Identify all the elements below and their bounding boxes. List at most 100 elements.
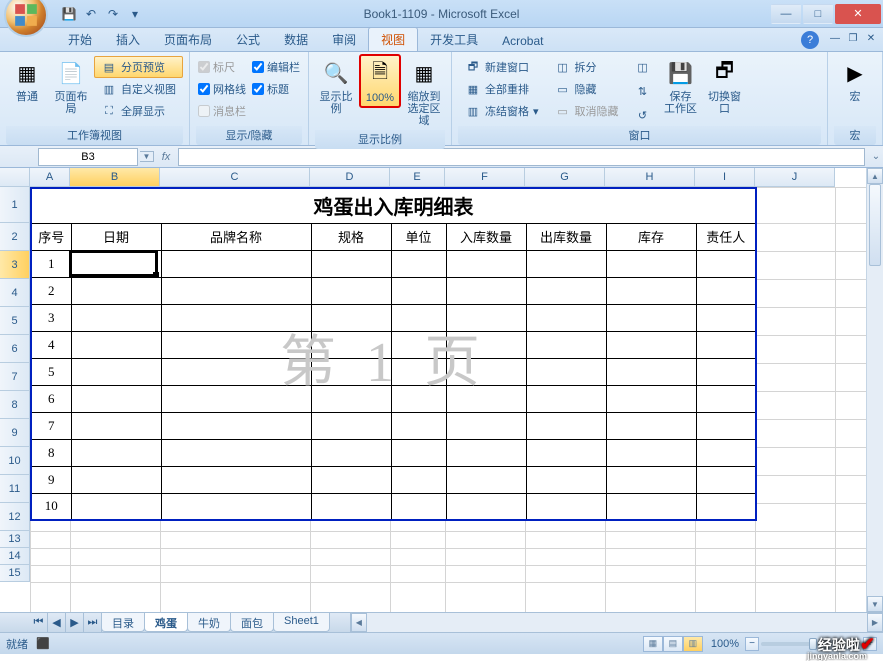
row-header-1[interactable]: 1 [0, 187, 30, 223]
mdi-minimize[interactable]: — [827, 31, 843, 45]
fx-button[interactable]: fx [154, 151, 178, 163]
row-header-5[interactable]: 5 [0, 307, 30, 335]
tab-data[interactable]: 数据 [272, 28, 320, 51]
column-header-D[interactable]: D [310, 168, 390, 187]
hide-button[interactable]: ▭隐藏 [548, 78, 626, 100]
arrange-all-button[interactable]: ▦全部重排 [458, 78, 546, 100]
qat-customize-icon[interactable]: ▾ [126, 5, 144, 23]
sheet-tab-面包[interactable]: 面包 [230, 613, 274, 632]
sheet-tab-鸡蛋[interactable]: 鸡蛋 [144, 613, 188, 632]
row-headers: 123456789101112131415 [0, 187, 30, 612]
scroll-left-button[interactable]: ◀ [351, 613, 367, 632]
normal-view-button[interactable]: ▦ 普通 [6, 54, 48, 106]
headings-checkbox[interactable]: 标题 [250, 78, 302, 100]
column-header-I[interactable]: I [695, 168, 755, 187]
view-side-1[interactable]: ◫ [628, 56, 658, 78]
row-header-7[interactable]: 7 [0, 363, 30, 391]
row-header-12[interactable]: 12 [0, 503, 30, 531]
mdi-restore[interactable]: ❐ [845, 31, 861, 45]
row-header-10[interactable]: 10 [0, 447, 30, 475]
close-button[interactable]: ✕ [835, 4, 881, 24]
name-box-dropdown[interactable]: ▼ [140, 151, 154, 162]
qat-save-icon[interactable]: 💾 [60, 5, 78, 23]
tab-formulas[interactable]: 公式 [224, 28, 272, 51]
macros-button[interactable]: ▶ 宏 [834, 54, 876, 106]
sheet-tab-Sheet1[interactable]: Sheet1 [273, 613, 330, 632]
mdi-close[interactable]: ✕ [863, 31, 879, 45]
gridlines-checkbox[interactable]: 网格线 [196, 78, 248, 100]
freeze-panes-button[interactable]: ▥冻结窗格 ▾ [458, 100, 546, 122]
tab-insert[interactable]: 插入 [104, 28, 152, 51]
help-button[interactable]: ? [801, 31, 819, 49]
qat-redo-icon[interactable]: ↷ [104, 5, 122, 23]
column-header-B[interactable]: B [70, 168, 160, 187]
vertical-scrollbar[interactable]: ▲ ▼ [866, 168, 883, 612]
zoom-selection-button[interactable]: ▦ 缩放到选定区域 [403, 54, 445, 130]
column-header-A[interactable]: A [30, 168, 70, 187]
qat-undo-icon[interactable]: ↶ [82, 5, 100, 23]
column-header-F[interactable]: F [445, 168, 525, 187]
view-normal-shortcut[interactable]: ▦ [643, 636, 663, 652]
tab-acrobat[interactable]: Acrobat [490, 31, 555, 51]
name-box[interactable]: B3 [38, 148, 138, 166]
select-all-button[interactable] [0, 168, 30, 187]
maximize-button[interactable]: □ [803, 4, 833, 24]
scroll-up-button[interactable]: ▲ [867, 168, 883, 184]
zoom-level[interactable]: 100% [711, 638, 739, 650]
view-side-3[interactable]: ↺ [628, 104, 658, 126]
split-button[interactable]: ◫拆分 [548, 56, 626, 78]
formula-bar-expand[interactable]: ⌄ [869, 151, 883, 162]
sheet-tab-目录[interactable]: 目录 [101, 613, 145, 632]
minimize-button[interactable]: — [771, 4, 801, 24]
formula-input[interactable] [178, 148, 865, 166]
column-header-J[interactable]: J [755, 168, 835, 187]
group-zoom: 🔍 显示比例 🗎 100% ▦ 缩放到选定区域 显示比例 [309, 52, 452, 145]
sheet-nav-last[interactable]: ⏭ [84, 613, 102, 632]
sheet-nav-next[interactable]: ▶ [66, 613, 84, 632]
tab-home[interactable]: 开始 [56, 28, 104, 51]
status-record-icon[interactable]: ⬛ [36, 637, 50, 650]
column-header-H[interactable]: H [605, 168, 695, 187]
row-header-14[interactable]: 14 [0, 548, 30, 565]
zoom-100-button[interactable]: 🗎 100% [359, 54, 401, 108]
view-pagebreak-shortcut[interactable]: ▥ [683, 636, 703, 652]
column-header-G[interactable]: G [525, 168, 605, 187]
tab-developer[interactable]: 开发工具 [418, 28, 490, 51]
sheet-nav: ⏮ ◀ ▶ ⏭ [30, 613, 102, 632]
switch-window-icon: 🗗 [709, 57, 741, 89]
zoom-thumb[interactable] [809, 638, 817, 650]
row-header-11[interactable]: 11 [0, 475, 30, 503]
cells-area[interactable]: 鸡蛋出入库明细表序号日期品牌名称规格单位入库数量出库数量库存责任人1234567… [30, 187, 866, 612]
row-header-3[interactable]: 3 [0, 251, 30, 279]
new-window-button[interactable]: 🗗新建窗口 [458, 56, 546, 78]
row-header-4[interactable]: 4 [0, 279, 30, 307]
row-header-2[interactable]: 2 [0, 223, 30, 251]
column-header-E[interactable]: E [390, 168, 445, 187]
zoom-button[interactable]: 🔍 显示比例 [315, 54, 357, 118]
formula-bar-checkbox[interactable]: 编辑栏 [250, 56, 302, 78]
sheet-nav-prev[interactable]: ◀ [48, 613, 66, 632]
scroll-down-button[interactable]: ▼ [867, 596, 883, 612]
horizontal-scrollbar[interactable]: ◀ ▶ [350, 613, 883, 632]
row-header-9[interactable]: 9 [0, 419, 30, 447]
view-side-2[interactable]: ⇅ [628, 80, 658, 102]
row-header-13[interactable]: 13 [0, 531, 30, 548]
full-screen-button[interactable]: ⛶全屏显示 [94, 100, 183, 122]
row-header-8[interactable]: 8 [0, 391, 30, 419]
row-header-6[interactable]: 6 [0, 335, 30, 363]
sheet-nav-first[interactable]: ⏮ [30, 613, 48, 632]
tab-view[interactable]: 视图 [368, 27, 418, 51]
zoom-out-button[interactable]: − [745, 637, 759, 651]
page-break-preview-button[interactable]: ▤分页预览 [94, 56, 183, 78]
save-workspace-button[interactable]: 💾 保存工作区 [660, 54, 702, 118]
tab-page-layout[interactable]: 页面布局 [152, 28, 224, 51]
sheet-tab-牛奶[interactable]: 牛奶 [187, 613, 231, 632]
switch-window-button[interactable]: 🗗 切换窗口 [704, 54, 746, 118]
custom-views-button[interactable]: ▥自定义视图 [94, 78, 183, 100]
row-header-15[interactable]: 15 [0, 565, 30, 582]
page-layout-button[interactable]: 📄 页面布局 [50, 54, 92, 118]
scroll-right-button[interactable]: ▶ [867, 613, 883, 632]
tab-review[interactable]: 审阅 [320, 28, 368, 51]
view-pagelayout-shortcut[interactable]: ▤ [663, 636, 683, 652]
column-header-C[interactable]: C [160, 168, 310, 187]
